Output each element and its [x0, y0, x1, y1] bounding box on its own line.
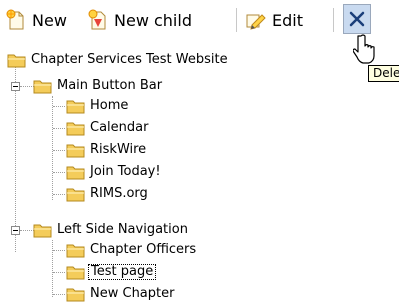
collapse-toggle[interactable]: [11, 226, 20, 235]
folder-icon: [66, 144, 85, 158]
tree-line: [20, 230, 34, 231]
tree-node-label: New Chapter: [90, 286, 175, 301]
tree-node-new-chapter[interactable]: New Chapter: [66, 284, 176, 304]
new-button[interactable]: New: [6, 8, 67, 32]
new-page-icon: [6, 9, 24, 30]
tree-node-label: RIMS.org: [90, 186, 148, 201]
new-button-label: New: [32, 10, 67, 30]
tree-node-label: Join Today!: [90, 164, 161, 179]
delete-x-icon: [349, 11, 365, 27]
new-child-icon: [88, 9, 106, 30]
tree-node-label: Home: [90, 98, 129, 113]
folder-icon: [66, 266, 85, 280]
edit-icon: [246, 14, 266, 30]
toolbar: New New child Edit Delete: [0, 0, 399, 82]
tree-node-label: Chapter Services Test Website: [31, 52, 228, 67]
tree-node-label: Calendar: [90, 120, 149, 135]
folder-icon: [66, 122, 85, 136]
edit-button[interactable]: Edit: [244, 8, 303, 32]
tree-line: [53, 194, 65, 195]
new-child-button-label: New child: [114, 10, 192, 30]
tree-node-label: RiskWire: [90, 142, 147, 157]
page-tree: Chapter Services Test Website Main Butto…: [0, 44, 399, 302]
folder-icon: [66, 166, 85, 180]
tree-node-riskwire[interactable]: RiskWire: [66, 140, 148, 160]
tree-node-root[interactable]: Chapter Services Test Website: [7, 50, 230, 70]
folder-icon: [66, 188, 85, 202]
tree-line: [52, 96, 53, 200]
folder-icon: [66, 244, 85, 258]
edit-button-label: Edit: [272, 10, 303, 30]
delete-button[interactable]: [343, 4, 371, 34]
tree-line: [53, 128, 65, 129]
tree-node-test-page[interactable]: Test page: [66, 262, 157, 282]
tree-line: [53, 172, 65, 173]
tree-node-label: Chapter Officers: [90, 242, 197, 257]
tree-line: [53, 106, 65, 107]
folder-icon: [7, 54, 26, 68]
tree-node-left-side-navigation[interactable]: Left Side Navigation: [33, 220, 190, 240]
toolbar-separator: [333, 8, 334, 32]
tree-node-join-today[interactable]: Join Today!: [66, 162, 163, 182]
tree-line: [53, 294, 65, 295]
tree-line: [52, 240, 53, 297]
tree-node-label: Main Button Bar: [57, 78, 163, 93]
folder-icon: [33, 80, 52, 94]
tree-line: [53, 150, 65, 151]
tree-node-home[interactable]: Home: [66, 96, 130, 116]
tree-node-rims-org[interactable]: RIMS.org: [66, 184, 150, 204]
folder-icon: [66, 100, 85, 114]
toolbar-separator: [236, 8, 237, 32]
new-child-button[interactable]: New child: [88, 8, 192, 32]
tree-line: [53, 272, 65, 273]
tree-node-label: Left Side Navigation: [57, 222, 188, 237]
folder-icon: [33, 224, 52, 238]
tree-line: [53, 250, 65, 251]
tree-node-calendar[interactable]: Calendar: [66, 118, 150, 138]
tree-node-label: Test page: [88, 264, 157, 280]
tree-node-chapter-officers[interactable]: Chapter Officers: [66, 240, 198, 260]
collapse-toggle[interactable]: [11, 82, 20, 91]
folder-icon: [66, 288, 85, 302]
tree-node-main-button-bar[interactable]: Main Button Bar: [33, 76, 164, 96]
tree-line: [20, 86, 34, 87]
